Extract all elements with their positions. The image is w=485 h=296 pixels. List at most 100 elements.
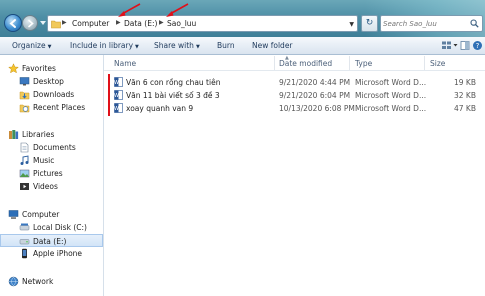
command-bar: Organize ▼ Include in library ▼ Share with… [0,37,485,55]
nav-favorites[interactable]: Favorites [0,62,103,75]
file-size: 32 KB [454,91,476,100]
navigation-pane: Favorites Desktop Downloads Recent Place… [0,55,104,296]
downloads-icon [19,91,30,100]
column-header-size[interactable]: Size [430,59,445,68]
preview-pane-icon[interactable] [460,40,470,51]
chevron-down-icon: ▼ [195,44,200,50]
file-date-modified: 9/21/2020 4:44 PM [279,78,351,87]
back-button[interactable] [4,14,22,32]
file-date-modified: 9/21/2020 6:04 PM [279,91,351,100]
annotation-arrow-icon [166,3,189,17]
file-name[interactable]: Văn 11 bài viết số 3 đề 3 [126,91,220,100]
network-icon [8,276,19,287]
file-size: 47 KB [454,104,476,113]
computer-icon [8,210,19,219]
table-row[interactable]: W Văn 11 bài viết số 3 đề 3 9/21/2020 6:… [110,89,482,101]
column-header-name[interactable]: Name [114,59,136,68]
search-input[interactable] [383,17,467,30]
change-view-icon[interactable] [441,40,459,51]
include-in-library-label: Include in library [70,41,134,50]
phone-icon [22,248,27,259]
file-name[interactable]: xoay quanh van 9 [126,104,193,113]
share-with-button[interactable]: Share with ▼ [154,41,200,50]
sidebar-item-label: Apple iPhone [33,249,83,258]
sidebar-item-desktop[interactable]: Desktop [0,75,103,88]
sidebar-item-music[interactable]: Music [0,154,103,167]
include-in-library-button[interactable]: Include in library ▼ [70,41,139,50]
breadcrumb-computer[interactable]: Computer [72,19,109,28]
recent-pages-dropdown-icon[interactable] [40,20,46,26]
sidebar-item-label: Downloads [33,90,75,99]
videos-icon [20,183,29,190]
sidebar-item-label: Recent Places [33,103,86,112]
column-divider[interactable] [349,56,350,70]
nav-libraries[interactable]: Libraries [0,128,103,141]
sidebar-item-documents[interactable]: Documents [0,141,103,154]
libraries-icon [9,130,19,139]
word-document-icon: W [114,103,123,113]
sidebar-item-recent-places[interactable]: Recent Places [0,101,103,114]
svg-text:W: W [114,93,119,99]
sidebar-item-label: Pictures [33,169,63,178]
nav-network-label: Network [22,277,54,286]
refresh-icon: ↻ [365,18,374,28]
column-header-row: ▲ Name Date modified Type Size [104,55,485,71]
sidebar-item-local-disk-c[interactable]: Local Disk (C:) [0,221,103,234]
file-name[interactable]: Văn 6 con rồng chau tiên [126,78,220,87]
chevron-down-icon: ▼ [47,44,52,50]
svg-text:W: W [114,80,119,86]
folder-icon [51,20,61,29]
help-icon[interactable]: ? [472,40,483,51]
forward-arrow-icon [28,19,34,28]
sidebar-item-data-e[interactable]: Data (E:) [0,234,103,247]
nav-computer-label: Computer [22,210,60,219]
title-bar: ▶ Computer ▶ Data (E:) ▶ Sao_luu ▼ ↻ [0,0,485,37]
sidebar-item-label: Documents [33,143,76,152]
nav-libraries-label: Libraries [22,130,55,139]
table-row[interactable]: W Văn 6 con rồng chau tiên 9/21/2020 4:4… [110,76,482,88]
organize-label: Organize [12,41,46,50]
address-bar[interactable]: ▶ Computer ▶ Data (E:) ▶ Sao_luu ▼ [47,15,358,32]
annotation-arrow-icon [118,3,141,17]
word-document-icon: W [114,90,123,100]
music-icon [20,155,29,165]
new-folder-button[interactable]: New folder [252,41,293,50]
share-with-label: Share with [154,41,194,50]
svg-text:W: W [114,106,119,112]
breadcrumb-separator: ▶ [62,19,67,26]
sidebar-item-label: Music [33,156,55,165]
burn-button[interactable]: Burn [217,41,235,50]
file-size: 19 KB [454,78,476,87]
sidebar-item-label: Videos [33,182,58,191]
column-header-type[interactable]: Type [355,59,372,68]
documents-icon [20,142,29,153]
nav-computer[interactable]: Computer [0,208,103,221]
star-icon [8,63,19,74]
file-date-modified: 10/13/2020 6:08 PM [279,104,355,113]
sidebar-item-pictures[interactable]: Pictures [0,167,103,180]
column-divider[interactable] [274,56,275,70]
file-type: Microsoft Word D... [355,91,427,100]
file-type: Microsoft Word D... [355,104,427,113]
column-divider[interactable] [424,56,425,70]
sidebar-item-videos[interactable]: Videos [0,180,103,193]
nav-network[interactable]: Network [0,275,103,288]
forward-button[interactable] [22,15,38,31]
organize-button[interactable]: Organize ▼ [12,41,51,50]
svg-text:?: ? [476,42,480,50]
sidebar-item-label: Data (E:) [33,237,67,246]
sidebar-item-downloads[interactable]: Downloads [0,88,103,101]
hard-drive-icon [19,239,30,245]
refresh-button[interactable]: ↻ [361,15,378,32]
search-box[interactable] [380,15,483,32]
sidebar-item-apple-iphone[interactable]: Apple iPhone [0,247,103,260]
hard-drive-icon [19,223,30,231]
column-header-date-modified[interactable]: Date modified [279,59,332,68]
file-type: Microsoft Word D... [355,78,427,87]
recent-places-icon [19,104,30,113]
search-icon[interactable] [470,19,479,28]
address-dropdown-icon[interactable]: ▼ [349,21,354,28]
word-document-icon: W [114,77,123,87]
table-row[interactable]: W xoay quanh van 9 10/13/2020 6:08 PM Mi… [110,102,482,114]
desktop-icon [19,77,30,86]
